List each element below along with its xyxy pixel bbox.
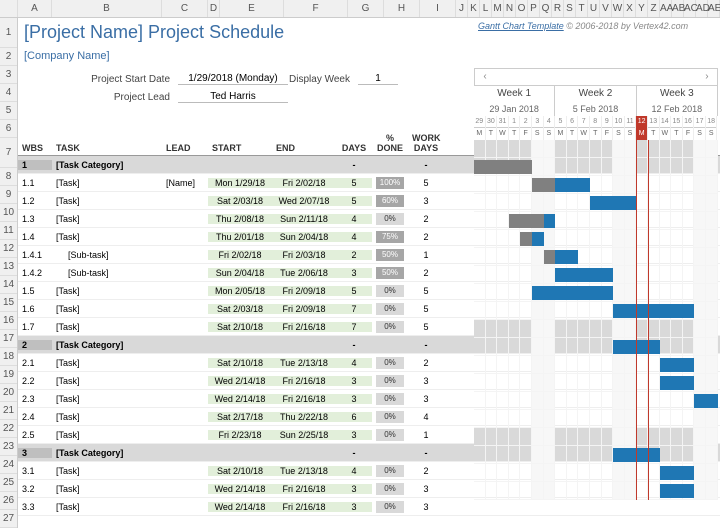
display-week-label: Display Week [288, 74, 358, 85]
gantt-row [474, 356, 718, 374]
day-of-week: MTWTFSSMTWTFSSMTWTFSS [474, 127, 718, 141]
start-date-value[interactable]: 1/29/2018 (Monday) [178, 73, 288, 85]
gantt-row [474, 338, 718, 356]
subtitle: [Company Name] [18, 48, 720, 66]
gantt-row [474, 212, 718, 230]
display-week-value[interactable]: 1 [358, 73, 398, 85]
hdr-days: DAYS [336, 141, 372, 155]
gantt-row [474, 158, 718, 176]
start-date-label: Project Start Date [18, 74, 178, 85]
credit-row: Gantt Chart Template © 2006-2018 by Vert… [478, 21, 688, 31]
week-nav: ‹ › [474, 68, 718, 86]
project-lead-label: Project Lead [18, 92, 178, 103]
hdr-wbs: WBS [18, 141, 52, 155]
gantt-row [474, 194, 718, 212]
table-row[interactable]: 3.3[Task]Wed 2/14/18Fri 2/16/1830%3 [18, 498, 720, 516]
row-numbers: 1234567891011121314151617181920212223242… [0, 18, 18, 528]
credit-link[interactable]: Gantt Chart Template [478, 21, 564, 31]
gantt-row [474, 140, 718, 158]
credit-text: © 2006-2018 by Vertex42.com [566, 21, 688, 31]
hdr-done: % DONE [372, 131, 408, 155]
today-line [636, 140, 637, 500]
gantt-row [474, 392, 718, 410]
gantt-row [474, 374, 718, 392]
gantt-row [474, 176, 718, 194]
week-dates: 29 Jan 20185 Feb 201812 Feb 2018 [474, 102, 718, 116]
gantt-row [474, 248, 718, 266]
gantt-row [474, 284, 718, 302]
column-headers: ABCDEFGHIJKLMNOPQRSTUVWXYZAAABACADAE [0, 0, 720, 18]
hdr-work: WORK DAYS [408, 131, 444, 155]
hdr-lead: LEAD [162, 141, 208, 155]
gantt-row [474, 464, 718, 482]
gantt-row [474, 266, 718, 284]
gantt-row [474, 320, 718, 338]
gantt-row [474, 428, 718, 446]
nav-next-icon[interactable]: › [697, 69, 717, 85]
gantt-row [474, 230, 718, 248]
gantt-row [474, 302, 718, 320]
hdr-end: END [272, 141, 336, 155]
week-labels: Week 1Week 2Week 3 [474, 86, 718, 102]
gantt-chart [474, 140, 718, 500]
project-lead-value[interactable]: Ted Harris [178, 91, 288, 103]
gantt-row [474, 410, 718, 428]
hdr-task: TASK [52, 141, 162, 155]
gantt-row [474, 446, 718, 464]
gantt-row [474, 482, 718, 500]
today-line [648, 140, 649, 500]
hdr-start: START [208, 141, 272, 155]
nav-prev-icon[interactable]: ‹ [475, 69, 495, 85]
